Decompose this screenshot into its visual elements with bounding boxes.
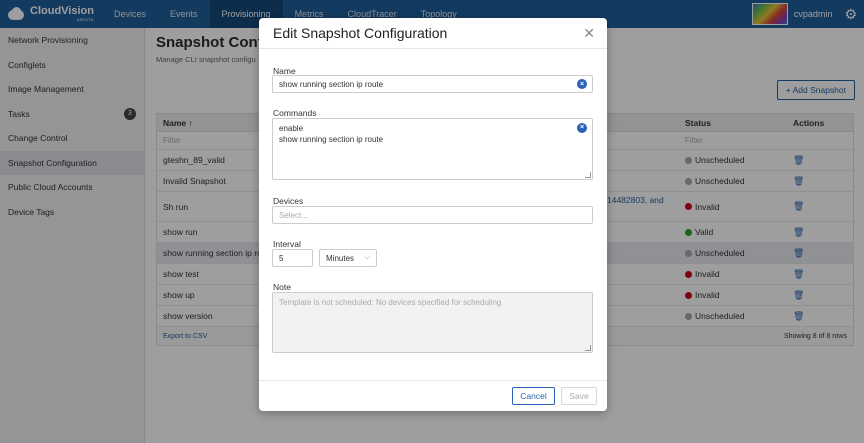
cancel-button[interactable]: Cancel bbox=[512, 387, 555, 405]
note-placeholder: Template is not scheduled: No devices sp… bbox=[279, 298, 502, 307]
resize-handle-icon[interactable] bbox=[585, 172, 591, 178]
close-icon[interactable]: ✕ bbox=[583, 25, 595, 42]
devices-select[interactable]: Select... bbox=[272, 206, 593, 224]
commands-line: show running section ip route bbox=[279, 135, 384, 145]
modal-header: Edit Snapshot Configuration ✕ bbox=[259, 18, 607, 49]
save-button[interactable]: Save bbox=[561, 387, 597, 405]
resize-handle-icon[interactable] bbox=[585, 345, 591, 351]
clear-icon[interactable]: × bbox=[577, 123, 587, 133]
note-label: Note bbox=[273, 282, 291, 292]
clear-icon[interactable]: × bbox=[577, 79, 587, 89]
modal-title: Edit Snapshot Configuration bbox=[273, 25, 448, 41]
interval-input[interactable]: 5 bbox=[272, 249, 313, 267]
interval-unit-value: Minutes bbox=[326, 253, 355, 263]
name-value: show running section ip route bbox=[279, 79, 384, 89]
name-input[interactable]: show running section ip route × bbox=[272, 75, 593, 93]
interval-label: Interval bbox=[273, 239, 301, 249]
commands-label: Commands bbox=[273, 108, 317, 118]
modal-footer: Cancel Save bbox=[259, 380, 607, 411]
devices-label: Devices bbox=[273, 196, 304, 206]
interval-value: 5 bbox=[279, 253, 284, 263]
edit-snapshot-dialog: Edit Snapshot Configuration ✕ Name show … bbox=[259, 18, 607, 411]
devices-placeholder: Select... bbox=[279, 210, 308, 220]
commands-textarea[interactable]: enable show running section ip route × bbox=[272, 118, 593, 180]
chevron-down-icon: ⌵ bbox=[364, 254, 370, 261]
note-textarea[interactable]: Template is not scheduled: No devices sp… bbox=[272, 292, 593, 353]
interval-unit-select[interactable]: Minutes ⌵ bbox=[319, 249, 377, 267]
commands-line: enable bbox=[279, 124, 304, 133]
